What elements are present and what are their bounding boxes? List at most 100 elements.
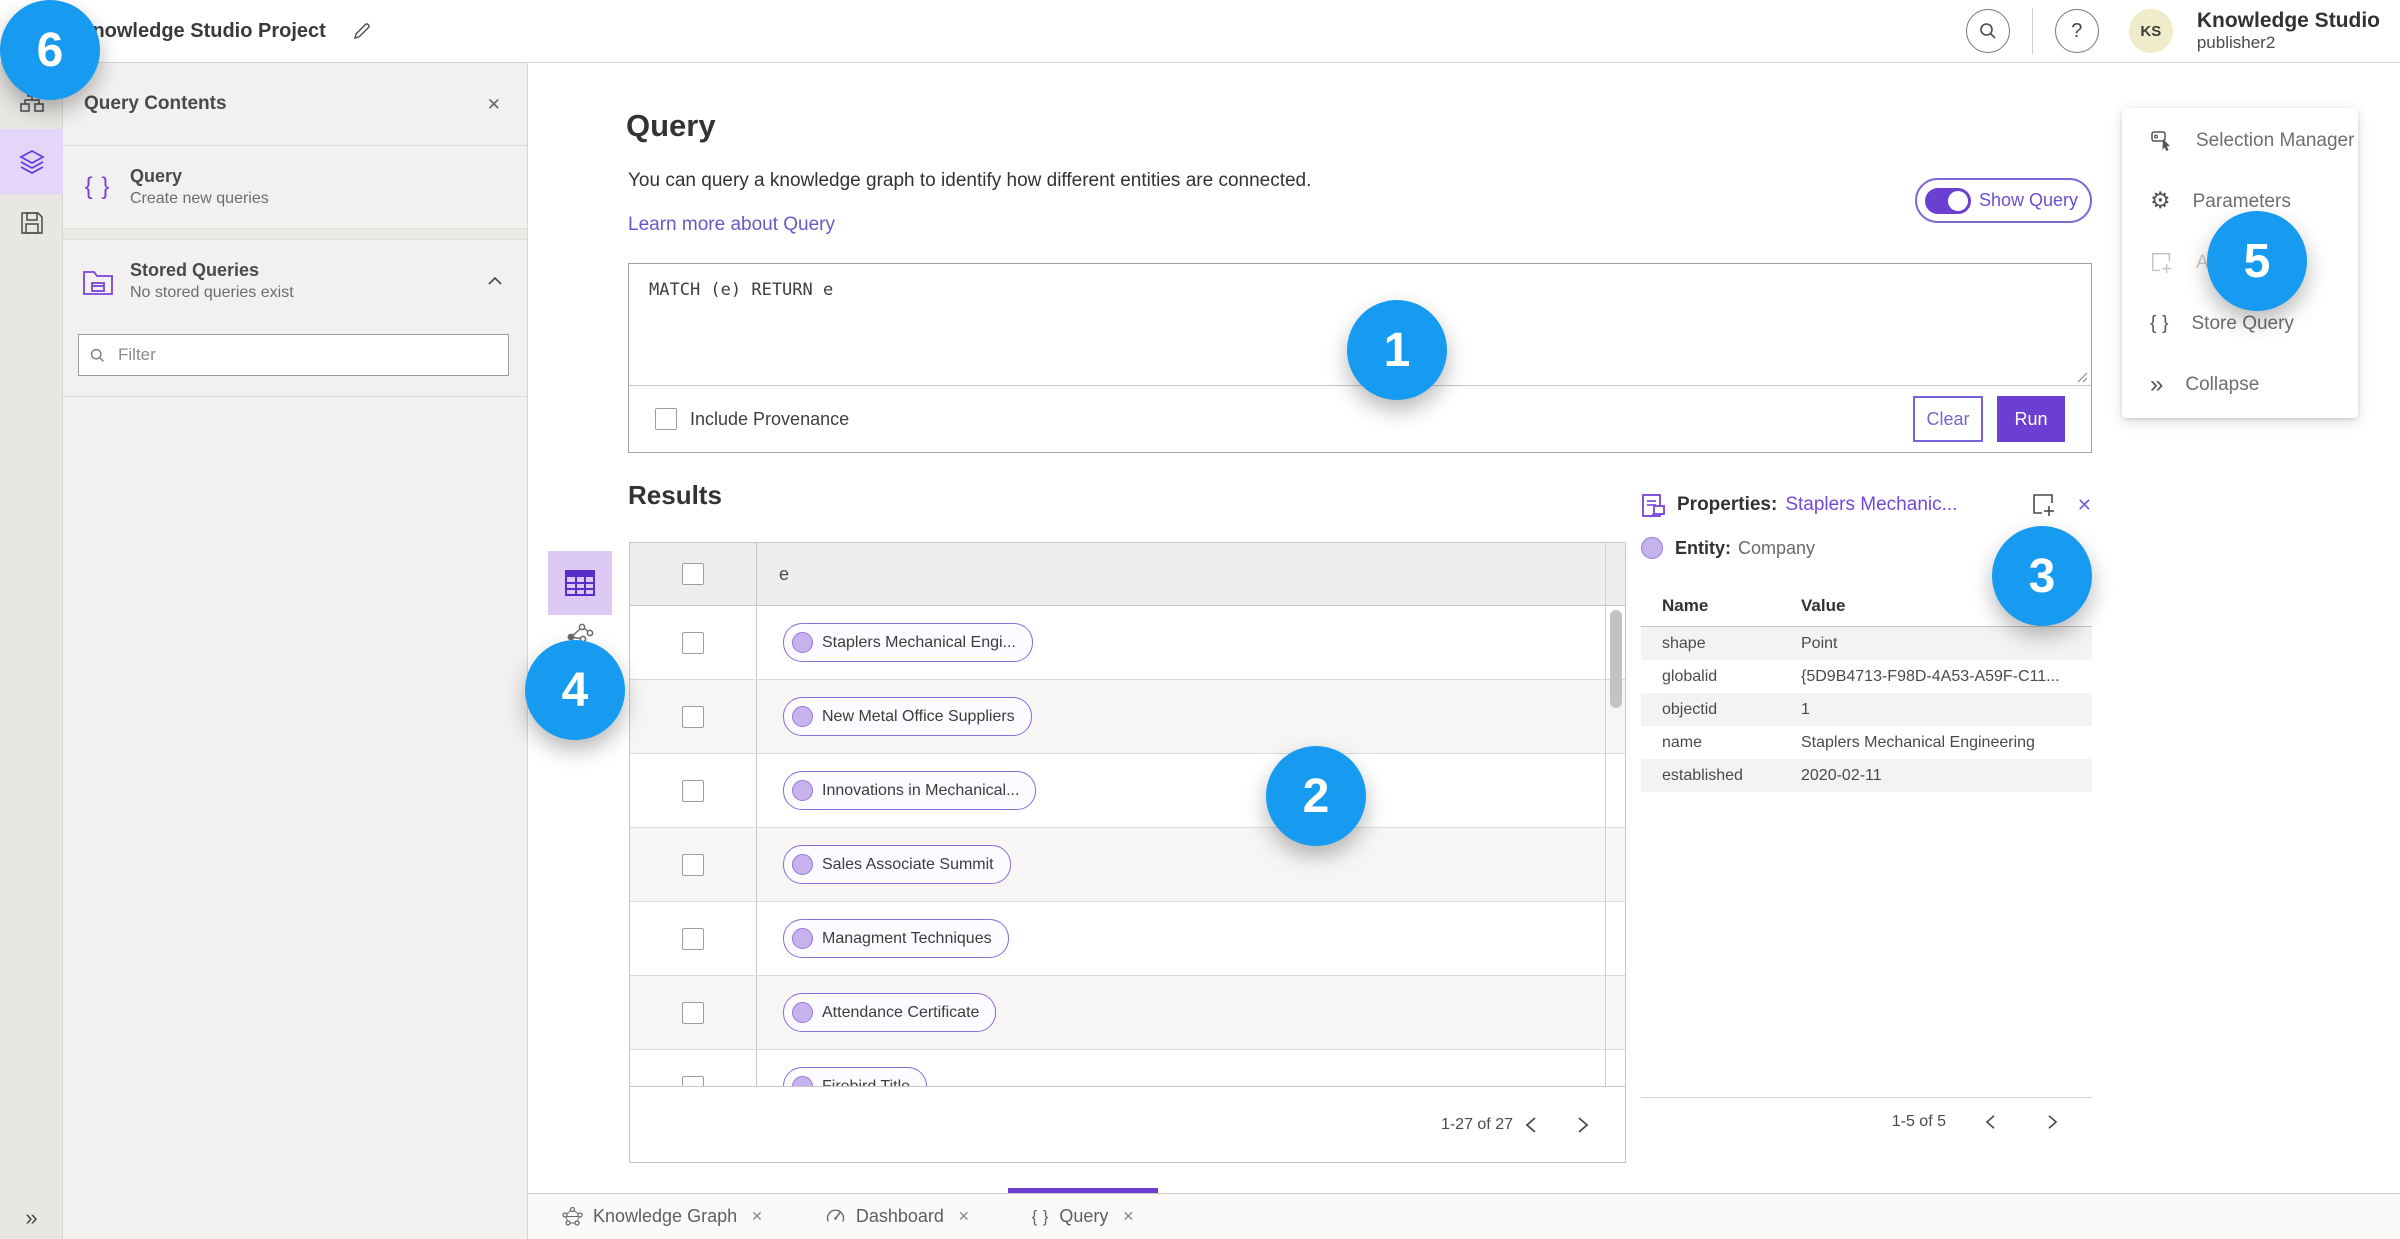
annotation-badge: 3	[1992, 526, 2092, 626]
entity-pill-label: New Metal Office Suppliers	[822, 707, 1015, 725]
close-panel-icon[interactable]: ✕	[487, 96, 501, 113]
add-to-map-icon[interactable]	[2031, 492, 2057, 518]
braces-icon: { }	[2150, 312, 2170, 334]
run-button[interactable]: Run	[1997, 396, 2065, 442]
entity-dot-icon	[792, 632, 813, 653]
query-text: MATCH (e) RETURN e	[649, 280, 834, 300]
knowledge-graph-icon	[562, 1206, 583, 1226]
tab-label: Dashboard	[855, 1206, 944, 1226]
account-info[interactable]: Knowledge Studio publisher2	[2197, 9, 2380, 53]
entity-pill[interactable]: Sales Associate Summit	[783, 845, 1011, 884]
entity-pill[interactable]: New Metal Office Suppliers	[783, 697, 1032, 736]
filter-field[interactable]	[78, 334, 509, 376]
row-checkbox[interactable]	[682, 779, 704, 802]
property-name: name	[1662, 733, 1703, 751]
query-controls: Include Provenance Clear Run	[629, 386, 2091, 452]
results-scrollbar-thumb[interactable]	[1610, 610, 1622, 708]
expand-rail-button[interactable]: »	[0, 1205, 63, 1231]
query-item-title: Query	[130, 166, 183, 186]
chevron-left-icon	[1985, 1114, 1995, 1129]
panel-bottom-divider	[63, 396, 527, 397]
entity-pill[interactable]: Innovations in Mechanical...	[783, 771, 1037, 810]
property-row: shape Point	[1641, 627, 2092, 660]
bottom-tab-bar: Knowledge Graph ✕ Dashboard ✕ { } Query …	[528, 1188, 2400, 1239]
edit-title-icon[interactable]	[352, 21, 372, 41]
close-tab-icon[interactable]: ✕	[1122, 1208, 1134, 1225]
knowledge-studio-app: Knowledge Studio Project ? KS Knowledge …	[0, 0, 2400, 1239]
menu-item-collapse[interactable]: » Collapse	[2122, 354, 2358, 415]
collapse-section-chevron-icon[interactable]	[487, 276, 503, 286]
row-checkbox[interactable]	[682, 705, 704, 728]
entity-pill-label: Attendance Certificate	[822, 1003, 980, 1021]
property-value: Staplers Mechanical Engineering	[1801, 733, 2035, 751]
entity-type-value: Company	[1738, 537, 1816, 558]
entity-dot-icon	[792, 706, 813, 727]
entity-pill[interactable]: Attendance Certificate	[783, 993, 997, 1032]
property-value: {5D9B4713-F98D-4A53-A59F-C11...	[1801, 667, 2060, 685]
chevron-left-icon	[1525, 1116, 1536, 1133]
tab-query[interactable]: { } Query ✕	[1007, 1188, 1159, 1239]
results-rows: Staplers Mechanical Engi... New Metal Of…	[630, 606, 1625, 1124]
row-checkbox[interactable]	[682, 1001, 704, 1024]
entity-dot-icon	[792, 854, 813, 875]
resize-handle-icon[interactable]	[2076, 371, 2088, 383]
close-properties-icon[interactable]: ✕	[2077, 496, 2092, 514]
entity-pill[interactable]: Staplers Mechanical Engi...	[783, 623, 1033, 662]
toggle-switch	[1925, 187, 1971, 214]
tab-label: Knowledge Graph	[593, 1206, 738, 1226]
entity-pill-label: Innovations in Mechanical...	[822, 781, 1020, 799]
selection-manager-icon	[2151, 130, 2170, 151]
row-checkbox[interactable]	[682, 927, 704, 950]
results-table-header: e	[630, 543, 1625, 606]
property-row: objectid 1	[1641, 693, 2092, 726]
entity-pill[interactable]: Managment Techniques	[783, 919, 1009, 958]
property-value: 2020-02-11	[1801, 766, 1882, 784]
table-row: Innovations in Mechanical...	[630, 754, 1625, 828]
tab-dashboard[interactable]: Dashboard ✕	[801, 1194, 994, 1239]
results-title: Results	[628, 480, 722, 510]
panel-section-divider	[63, 228, 527, 240]
clear-button[interactable]: Clear	[1913, 396, 1983, 442]
results-prev-page-button[interactable]	[1513, 1107, 1549, 1143]
row-checkbox[interactable]	[682, 631, 704, 654]
properties-prev-page-button[interactable]	[1972, 1104, 2008, 1140]
panel-item-query[interactable]: { } Query Create new queries	[63, 146, 527, 228]
table-view-button[interactable]	[548, 551, 612, 615]
top-bar: Knowledge Studio Project ? KS Knowledge …	[0, 0, 2400, 63]
learn-more-link[interactable]: Learn more about Query	[628, 214, 835, 236]
table-row: New Metal Office Suppliers	[630, 680, 1625, 754]
tab-knowledge-graph[interactable]: Knowledge Graph ✕	[538, 1194, 787, 1239]
save-icon	[20, 212, 43, 234]
topbar-divider	[2031, 8, 2033, 54]
entity-dot-icon	[792, 780, 813, 801]
filter-search-icon	[90, 348, 104, 362]
panel-item-stored-queries[interactable]: Stored Queries No stored queries exist	[63, 240, 527, 322]
results-table: e Staplers Mechanical Engi... New Metal …	[629, 542, 1626, 1163]
close-tab-icon[interactable]: ✕	[958, 1208, 970, 1225]
properties-entity-link[interactable]: Staplers Mechanic...	[1785, 494, 1957, 516]
select-all-checkbox[interactable]	[682, 563, 704, 585]
help-button[interactable]: ?	[2054, 9, 2099, 53]
search-button[interactable]	[1965, 9, 2010, 53]
row-checkbox[interactable]	[682, 853, 704, 876]
properties-next-page-button[interactable]	[2034, 1104, 2070, 1140]
avatar[interactable]: KS	[2128, 9, 2173, 53]
filter-input[interactable]	[116, 344, 498, 366]
query-contents-panel: Query Contents ✕ { } Query Create new qu…	[63, 63, 528, 1239]
sidebar-item-layers[interactable]	[0, 129, 63, 194]
properties-pagination: 1-5 of 5	[1641, 1097, 2092, 1145]
include-provenance-checkbox[interactable]	[655, 408, 677, 430]
stored-queries-folder-icon	[83, 271, 113, 295]
close-tab-icon[interactable]: ✕	[751, 1208, 763, 1225]
entity-type-dot-icon	[1641, 537, 1663, 559]
project-title: Knowledge Studio Project	[78, 19, 326, 42]
properties-label: Properties:	[1677, 494, 1778, 515]
property-row: name Staplers Mechanical Engineering	[1641, 726, 2092, 759]
menu-item-selection-manager[interactable]: Selection Manager	[2122, 110, 2358, 171]
entity-dot-icon	[792, 1002, 813, 1023]
sidebar-item-save[interactable]	[0, 194, 63, 252]
property-value: 1	[1801, 700, 1810, 718]
show-query-toggle[interactable]: Show Query	[1915, 178, 2092, 223]
results-next-page-button[interactable]	[1565, 1107, 1601, 1143]
left-icon-rail: »	[0, 63, 63, 1239]
